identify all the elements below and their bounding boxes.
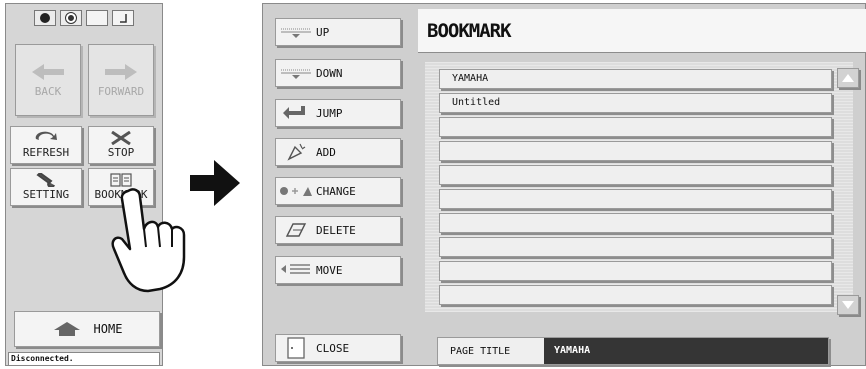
move-up-icon (281, 28, 311, 38)
bookmark-row[interactable] (439, 285, 832, 305)
close-label: CLOSE (316, 341, 350, 355)
status-icons (34, 9, 146, 27)
delete-label: DELETE (316, 223, 356, 237)
back-arrow-icon (32, 63, 64, 80)
setting-label: SETTING (22, 188, 70, 201)
triangle-up-icon (842, 74, 854, 82)
scroll-up-button[interactable] (837, 68, 859, 88)
eraser-icon (285, 223, 307, 237)
refresh-button[interactable]: REFRESH (10, 126, 82, 164)
right-arrow-icon (190, 160, 240, 206)
change-shape-icon (280, 187, 312, 196)
jump-label: JUMP (316, 106, 343, 120)
stop-icon (111, 131, 131, 145)
page-title-value[interactable]: YAMAHA (544, 338, 828, 364)
jump-button[interactable]: JUMP (275, 99, 401, 127)
bookmark-row[interactable] (439, 213, 832, 233)
stop-button[interactable]: STOP (88, 126, 154, 164)
bookmark-row[interactable] (439, 237, 832, 257)
status-bar: Disconnected. (8, 352, 160, 366)
add-label: ADD (316, 145, 336, 159)
down-button[interactable]: DOWN (275, 59, 401, 87)
home-icon (53, 322, 80, 336)
back-button[interactable]: BACK (15, 44, 81, 116)
bookmark-row[interactable] (439, 261, 832, 281)
page-title-field: PAGE TITLE YAMAHA (437, 337, 829, 365)
scroll-down-button[interactable] (837, 295, 859, 315)
add-bookmark-icon (287, 143, 306, 161)
change-label: CHANGE (316, 184, 356, 198)
forward-arrow-icon (105, 63, 137, 80)
bookmark-list: YAMAHA Untitled (425, 62, 853, 312)
wrench-icon (36, 173, 55, 187)
refresh-icon (35, 131, 57, 140)
globe-icon (34, 10, 56, 26)
bookmark-row[interactable] (439, 165, 832, 185)
bookmark-title: BOOKMARK (418, 9, 866, 53)
bookmark-row[interactable] (439, 189, 832, 209)
back-label: BACK (34, 84, 62, 98)
forward-label: FORWARD (97, 84, 145, 98)
page-title-label: PAGE TITLE (450, 345, 511, 357)
add-button[interactable]: ADD (275, 138, 401, 166)
stop-label: STOP (107, 146, 135, 159)
pointing-hand-icon (111, 188, 186, 293)
close-button[interactable]: CLOSE (275, 334, 401, 362)
setting-button[interactable]: SETTING (10, 168, 82, 206)
move-button[interactable]: MOVE (275, 256, 401, 284)
move-down-icon (281, 69, 311, 79)
change-button[interactable]: CHANGE (275, 177, 401, 205)
home-label: HOME (93, 322, 123, 336)
up-button[interactable]: UP (275, 18, 401, 46)
close-icon (287, 337, 305, 359)
forward-button[interactable]: FORWARD (88, 44, 154, 116)
blank-icon (86, 10, 108, 26)
down-label: DOWN (316, 66, 343, 80)
up-label: UP (316, 25, 330, 39)
home-button[interactable]: HOME (14, 311, 160, 347)
bookmark-row[interactable]: Untitled (439, 93, 832, 113)
bookmark-panel: UP DOWN JUMP ADD CHANGE DELETE MOVE CLOS… (262, 3, 866, 366)
move-item-icon (281, 264, 310, 274)
bookmark-row[interactable] (439, 141, 832, 161)
signal-icon (112, 10, 134, 26)
bookmark-row[interactable] (439, 117, 832, 137)
connection-icon (60, 10, 82, 26)
bookmark-row[interactable]: YAMAHA (439, 69, 832, 89)
refresh-label: REFRESH (22, 146, 70, 159)
move-label: MOVE (316, 263, 343, 277)
return-arrow-icon (283, 106, 305, 119)
delete-button[interactable]: DELETE (275, 216, 401, 244)
triangle-down-icon (842, 301, 854, 309)
